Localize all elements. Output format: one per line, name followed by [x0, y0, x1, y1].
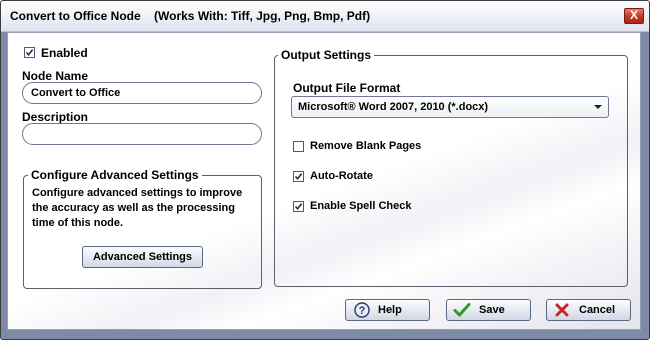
output-file-format-value: Microsoft® Word 2007, 2010 (*.docx): [298, 101, 489, 113]
enabled-checkbox[interactable]: [24, 47, 35, 58]
cancel-label: Cancel: [579, 304, 616, 316]
dialog-window: Convert to Office Node (Works With: Tiff…: [0, 0, 650, 340]
auto-rotate-checkbox[interactable]: [293, 171, 304, 182]
enable-spell-check-checkbox[interactable]: [293, 201, 304, 212]
chevron-down-icon: [594, 105, 602, 109]
svg-text:?: ?: [359, 305, 366, 317]
checkmark-icon: [294, 173, 303, 181]
help-icon: ?: [354, 302, 370, 318]
window-subtitle: (Works With: Tiff, Jpg, Png, Bmp, Pdf): [154, 9, 371, 23]
checkmark-icon: [25, 49, 34, 57]
enable-spell-check-label: Enable Spell Check: [310, 200, 412, 212]
enabled-label: Enabled: [41, 46, 88, 60]
description-input[interactable]: [22, 123, 262, 145]
node-name-label: Node Name: [22, 69, 89, 83]
help-button[interactable]: ? Help: [345, 299, 430, 321]
window-title: Convert to Office Node (Works With: Tiff…: [10, 9, 371, 23]
save-button[interactable]: Save: [446, 299, 531, 321]
advanced-settings-legend: Configure Advanced Settings: [28, 168, 202, 182]
advanced-settings-description: Configure advanced settings to improve t…: [32, 187, 243, 229]
checkmark-icon: [294, 203, 303, 211]
remove-blank-pages-checkbox[interactable]: [293, 141, 304, 152]
remove-blank-pages-label: Remove Blank Pages: [310, 140, 422, 152]
title-bar[interactable]: Convert to Office Node (Works With: Tiff…: [1, 1, 649, 32]
cancel-button[interactable]: Cancel: [546, 299, 631, 321]
close-icon: X: [629, 8, 638, 22]
output-file-format-select[interactable]: Microsoft® Word 2007, 2010 (*.docx): [291, 96, 609, 118]
help-label: Help: [378, 304, 402, 316]
output-settings-legend: Output Settings: [278, 48, 374, 62]
description-label: Description: [22, 110, 89, 124]
checkmark-icon: [453, 303, 471, 317]
save-label: Save: [479, 304, 505, 316]
close-button[interactable]: X: [624, 8, 644, 24]
node-name-input[interactable]: Convert to Office: [22, 82, 262, 104]
output-file-format-label: Output File Format: [293, 81, 401, 95]
auto-rotate-label: Auto-Rotate: [310, 170, 373, 182]
cancel-icon: [555, 303, 569, 317]
advanced-settings-button[interactable]: Advanced Settings: [82, 246, 203, 268]
dialog-body: Enabled Node Name Convert to Office Desc…: [7, 32, 641, 330]
